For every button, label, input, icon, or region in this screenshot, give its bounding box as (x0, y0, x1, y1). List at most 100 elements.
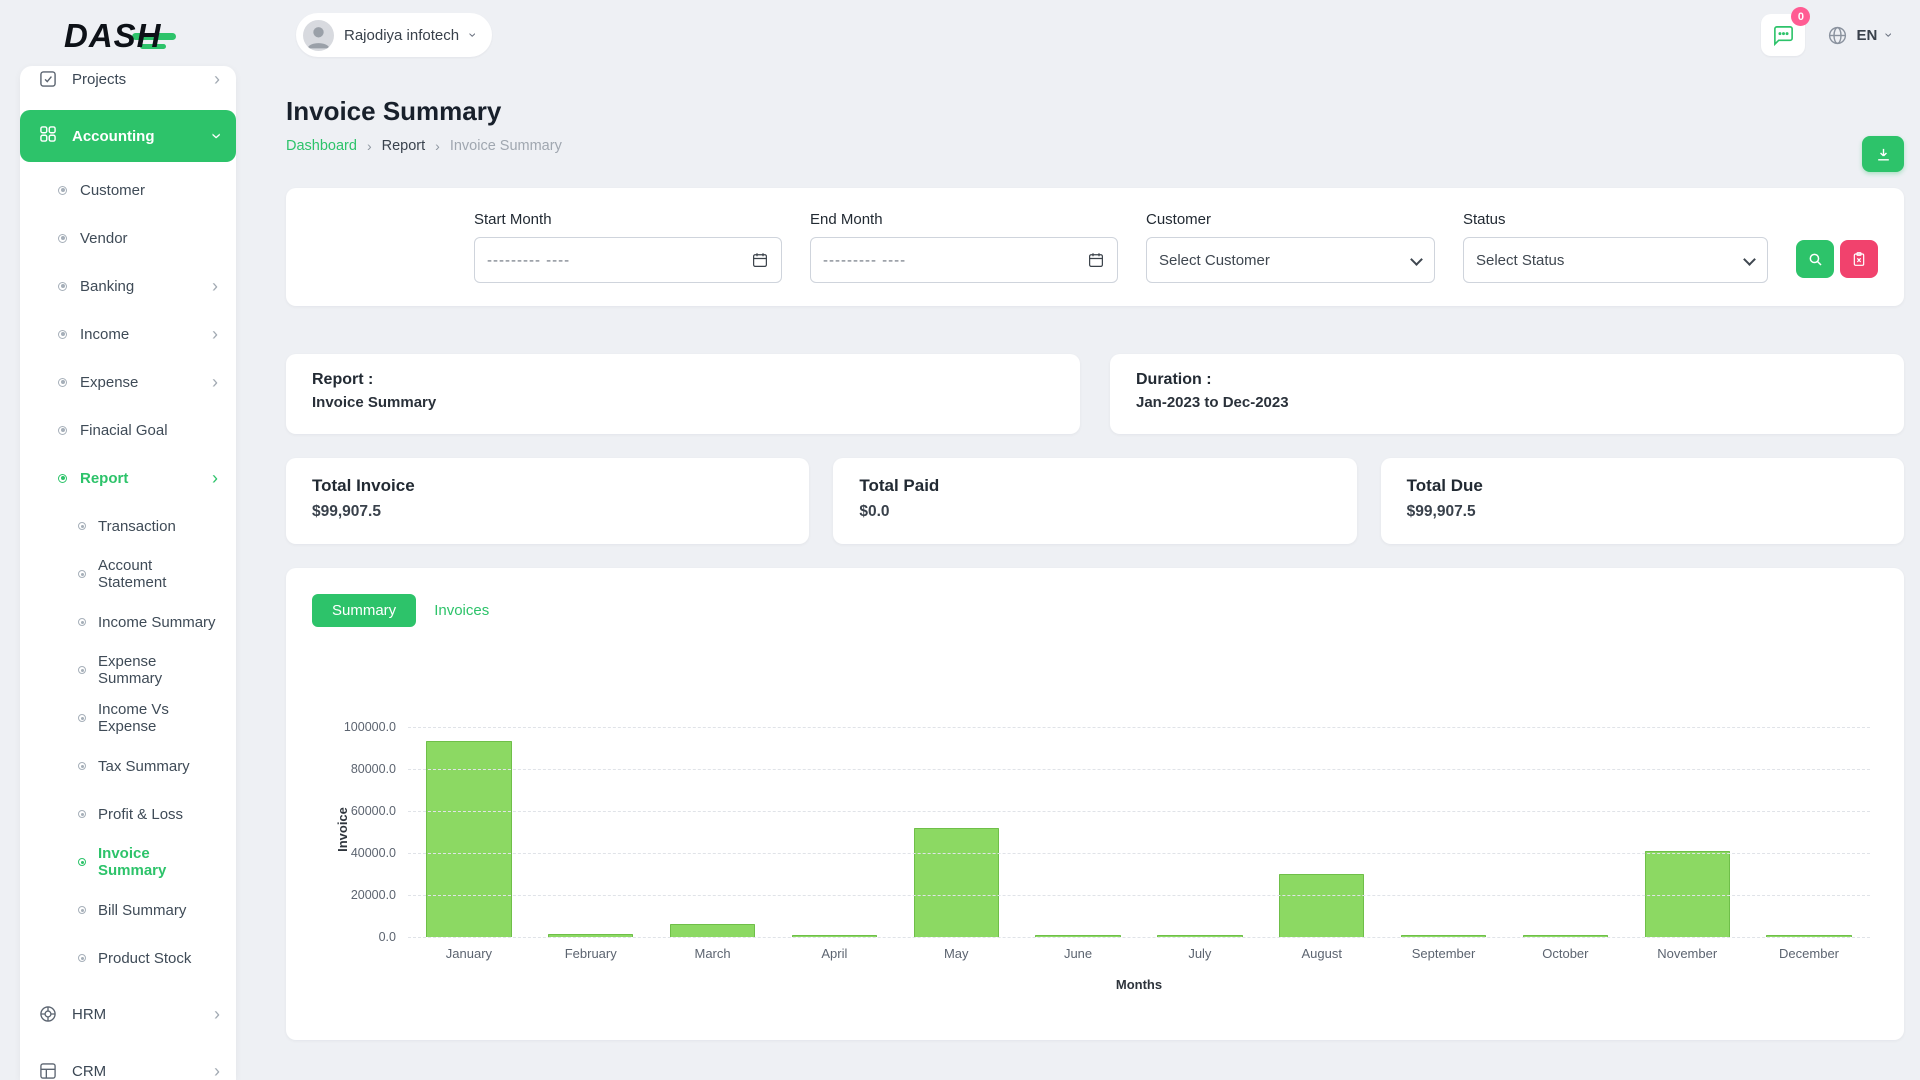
sidebar-item-income-vs-expense[interactable]: Income Vs Expense (20, 694, 236, 742)
calendar-icon (751, 251, 769, 269)
messages-button[interactable]: 0 (1761, 14, 1805, 56)
sidebar-item-income[interactable]: Income › (20, 310, 236, 358)
sidebar-item-label: Transaction (98, 518, 176, 535)
stat-value: $99,907.5 (312, 503, 783, 521)
tab-invoices[interactable]: Invoices (434, 602, 489, 619)
sidebar-item-label: Banking (80, 278, 134, 295)
sidebar-item-label: CRM (72, 1063, 106, 1080)
sidebar-item-label: HRM (72, 1006, 106, 1023)
messages-badge: 0 (1791, 7, 1810, 26)
breadcrumb: Dashboard › Report › Invoice Summary (286, 138, 1904, 154)
company-selector[interactable]: Rajodiya infotech › (296, 13, 492, 57)
stat-value: $0.0 (859, 503, 1330, 521)
duration-card: Duration : Jan-2023 to Dec-2023 (1110, 354, 1904, 434)
sidebar-item-product-stock[interactable]: Product Stock (20, 934, 236, 982)
bar-may[interactable] (914, 828, 999, 937)
sidebar-item-customer[interactable]: Customer (20, 166, 236, 214)
customer-field: Customer Select Customer (1146, 211, 1435, 283)
gridline (408, 853, 1870, 854)
sidebar-item-transaction[interactable]: Transaction (20, 502, 236, 550)
download-button[interactable] (1862, 136, 1904, 172)
sidebar-item-income-summary[interactable]: Income Summary (20, 598, 236, 646)
x-tick-label: February (565, 946, 617, 961)
sidebar-item-tax-summary[interactable]: Tax Summary (20, 742, 236, 790)
bar-november[interactable] (1645, 851, 1730, 937)
chart-plot-area: JanuaryFebruaryMarchAprilMayJuneJulyAugu… (408, 727, 1870, 937)
stat-value: $99,907.5 (1407, 503, 1878, 521)
gridline (408, 811, 1870, 812)
sidebar-item-banking[interactable]: Banking › (20, 262, 236, 310)
sidebar-item-label: Expense Summary (98, 653, 218, 687)
sidebar-item-crm[interactable]: CRM › (20, 1047, 236, 1080)
end-month-value: --------- ---- (823, 252, 906, 269)
status-field: Status Select Status (1463, 211, 1768, 283)
chart-column: April (773, 727, 895, 937)
total-due-card: Total Due $99,907.5 (1381, 458, 1904, 544)
sidebar-item-label: Income (80, 326, 129, 343)
duration-value: Jan-2023 to Dec-2023 (1136, 394, 1878, 411)
x-tick-label: May (944, 946, 969, 961)
sidebar-item-label: Invoice Summary (98, 845, 218, 879)
duration-label: Duration : (1136, 371, 1878, 389)
breadcrumb-report[interactable]: Report (382, 138, 426, 154)
chevron-right-icon: › (214, 1005, 220, 1023)
stat-label: Total Due (1407, 476, 1878, 496)
app-root: DASH Rajodiya infotech › 0 (0, 0, 1920, 1080)
top-bar: DASH Rajodiya infotech › 0 (0, 0, 1920, 72)
sidebar-item-projects[interactable]: Projects › (20, 66, 236, 103)
start-month-input[interactable]: --------- ---- (474, 237, 782, 283)
sidebar-item-accounting[interactable]: Accounting › (20, 110, 236, 162)
breadcrumb-separator: › (367, 138, 372, 154)
x-tick-label: December (1779, 946, 1839, 961)
bullet-icon (78, 714, 86, 722)
reset-button[interactable] (1840, 240, 1878, 278)
sidebar-item-financial-goal[interactable]: Finacial Goal (20, 406, 236, 454)
sidebar-item-vendor[interactable]: Vendor (20, 214, 236, 262)
chevron-right-icon: › (214, 1062, 220, 1080)
customer-select[interactable]: Select Customer (1146, 237, 1435, 283)
x-tick-label: July (1188, 946, 1211, 961)
chart-panel: Summary Invoices Invoice JanuaryFebruary… (286, 568, 1904, 1040)
sidebar-item-profit-loss[interactable]: Profit & Loss (20, 790, 236, 838)
sidebar-item-account-statement[interactable]: Account Statement (20, 550, 236, 598)
search-button[interactable] (1796, 240, 1834, 278)
start-month-label: Start Month (474, 211, 782, 228)
status-label: Status (1463, 211, 1768, 228)
gridline (408, 769, 1870, 770)
status-select[interactable]: Select Status (1463, 237, 1768, 283)
sidebar-item-bill-summary[interactable]: Bill Summary (20, 886, 236, 934)
language-code: EN (1856, 27, 1877, 44)
sidebar-item-invoice-summary[interactable]: Invoice Summary (20, 838, 236, 886)
sidebar: Projects › Accounting › Customer Vendor … (20, 66, 236, 1080)
bar-march[interactable] (670, 924, 755, 937)
sidebar-item-label: Tax Summary (98, 758, 190, 775)
sidebar-item-report[interactable]: Report › (20, 454, 236, 502)
language-selector[interactable]: EN › (1827, 25, 1892, 46)
bullet-icon (78, 906, 86, 914)
chart-column: October (1504, 727, 1626, 937)
chart-tabs: Summary Invoices (312, 594, 1878, 627)
bar-august[interactable] (1279, 874, 1364, 937)
sidebar-item-expense-summary[interactable]: Expense Summary (20, 646, 236, 694)
breadcrumb-dashboard[interactable]: Dashboard (286, 138, 357, 154)
calendar-icon (1087, 251, 1105, 269)
bar-january[interactable] (426, 741, 511, 937)
gridline (408, 727, 1870, 728)
end-month-input[interactable]: --------- ---- (810, 237, 1118, 283)
start-month-value: --------- ---- (487, 252, 570, 269)
x-tick-label: June (1064, 946, 1092, 961)
sidebar-item-expense[interactable]: Expense › (20, 358, 236, 406)
chart-column: January (408, 727, 530, 937)
tab-summary[interactable]: Summary (312, 594, 416, 627)
sidebar-item-hrm[interactable]: HRM › (20, 990, 236, 1038)
bullet-icon (58, 378, 67, 387)
sidebar-item-label: Expense (80, 374, 138, 391)
chart-column: August (1261, 727, 1383, 937)
chart-column: June (1017, 727, 1139, 937)
breadcrumb-current: Invoice Summary (450, 138, 562, 154)
chevron-down-icon: › (208, 133, 226, 139)
chevron-down-icon: › (1883, 33, 1897, 38)
chevron-right-icon: › (212, 373, 218, 391)
filter-actions (1796, 240, 1878, 278)
sidebar-item-label: Bill Summary (98, 902, 186, 919)
